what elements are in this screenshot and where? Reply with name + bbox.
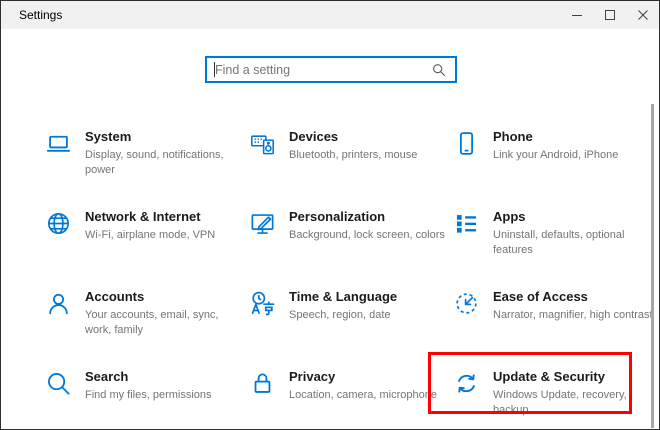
tile-title: Update & Security xyxy=(493,369,605,384)
tile-devices[interactable]: Devices Bluetooth, printers, mouse xyxy=(245,129,449,209)
window-controls xyxy=(560,1,659,29)
sync-arrows-icon xyxy=(453,370,480,397)
maximize-button[interactable] xyxy=(593,1,626,29)
tile-subtitle: Display, sound, notifications, power xyxy=(85,149,224,176)
tile-title: Time & Language xyxy=(289,289,398,304)
scrollbar[interactable] xyxy=(651,104,654,428)
tile-system[interactable]: System Display, sound, notifications, po… xyxy=(41,129,245,209)
tile-title: Search xyxy=(85,369,129,384)
minimize-icon xyxy=(571,15,582,16)
smartphone-icon xyxy=(453,130,480,157)
list-icon xyxy=(453,210,480,237)
padlock-icon xyxy=(249,370,276,397)
tile-personalization[interactable]: Personalization Background, lock screen,… xyxy=(245,209,449,289)
tile-ease-of-access[interactable]: Ease of Access Narrator, magnifier, high… xyxy=(449,289,653,369)
tile-subtitle: Uninstall, defaults, optional features xyxy=(493,229,625,256)
search-magnifier-icon[interactable] xyxy=(428,63,455,77)
tile-subtitle: Windows Update, recovery, backup xyxy=(493,389,627,416)
settings-window: Settings System Displa xyxy=(0,0,660,430)
tile-title: Accounts xyxy=(85,289,145,304)
globe-icon xyxy=(45,210,72,237)
text-caret xyxy=(214,62,215,77)
maximize-icon xyxy=(604,10,615,20)
tile-update-security[interactable]: Update & Security Windows Update, recove… xyxy=(449,369,653,429)
clock-language-icon xyxy=(249,290,276,317)
tile-subtitle: Speech, region, date xyxy=(289,309,391,321)
keyboard-speaker-icon xyxy=(249,130,276,157)
search-input[interactable] xyxy=(207,62,428,77)
settings-tiles-grid: System Display, sound, notifications, po… xyxy=(41,129,653,429)
minimize-button[interactable] xyxy=(560,1,593,29)
tile-subtitle: Find my files, permissions xyxy=(85,389,212,401)
person-icon xyxy=(45,290,72,317)
tile-title: Personalization xyxy=(289,209,386,224)
tile-privacy[interactable]: Privacy Location, camera, microphone xyxy=(245,369,449,429)
laptop-icon xyxy=(45,130,72,157)
tile-title: Ease of Access xyxy=(493,289,588,304)
search-box[interactable] xyxy=(205,56,457,83)
tile-subtitle: Link your Android, iPhone xyxy=(493,149,619,161)
tile-subtitle: Location, camera, microphone xyxy=(289,389,437,401)
tile-subtitle: Wi-Fi, airplane mode, VPN xyxy=(85,229,216,241)
tile-title: Privacy xyxy=(289,369,336,384)
tile-subtitle: Narrator, magnifier, high contrast xyxy=(493,309,653,321)
tile-title: Devices xyxy=(289,129,339,144)
tile-subtitle: Your accounts, email, sync, work, family xyxy=(85,309,219,336)
tile-time-language[interactable]: Time & Language Speech, region, date xyxy=(245,289,449,369)
dashed-circle-arrow-icon xyxy=(453,290,480,317)
tile-search[interactable]: Search Find my files, permissions xyxy=(41,369,245,429)
close-icon xyxy=(637,10,648,20)
tile-title: Apps xyxy=(493,209,526,224)
tile-title: Network & Internet xyxy=(85,209,201,224)
monitor-pen-icon xyxy=(249,210,276,237)
tile-accounts[interactable]: Accounts Your accounts, email, sync, wor… xyxy=(41,289,245,369)
tile-network-internet[interactable]: Network & Internet Wi-Fi, airplane mode,… xyxy=(41,209,245,289)
tile-phone[interactable]: Phone Link your Android, iPhone xyxy=(449,129,653,209)
tile-title: System xyxy=(85,129,132,144)
magnifier-icon xyxy=(45,370,72,397)
tile-subtitle: Bluetooth, printers, mouse xyxy=(289,149,418,161)
window-title: Settings xyxy=(19,8,63,22)
tile-subtitle: Background, lock screen, colors xyxy=(289,229,445,241)
tile-apps[interactable]: Apps Uninstall, defaults, optional featu… xyxy=(449,209,653,289)
close-button[interactable] xyxy=(626,1,659,29)
tile-title: Phone xyxy=(493,129,533,144)
titlebar: Settings xyxy=(1,1,659,29)
